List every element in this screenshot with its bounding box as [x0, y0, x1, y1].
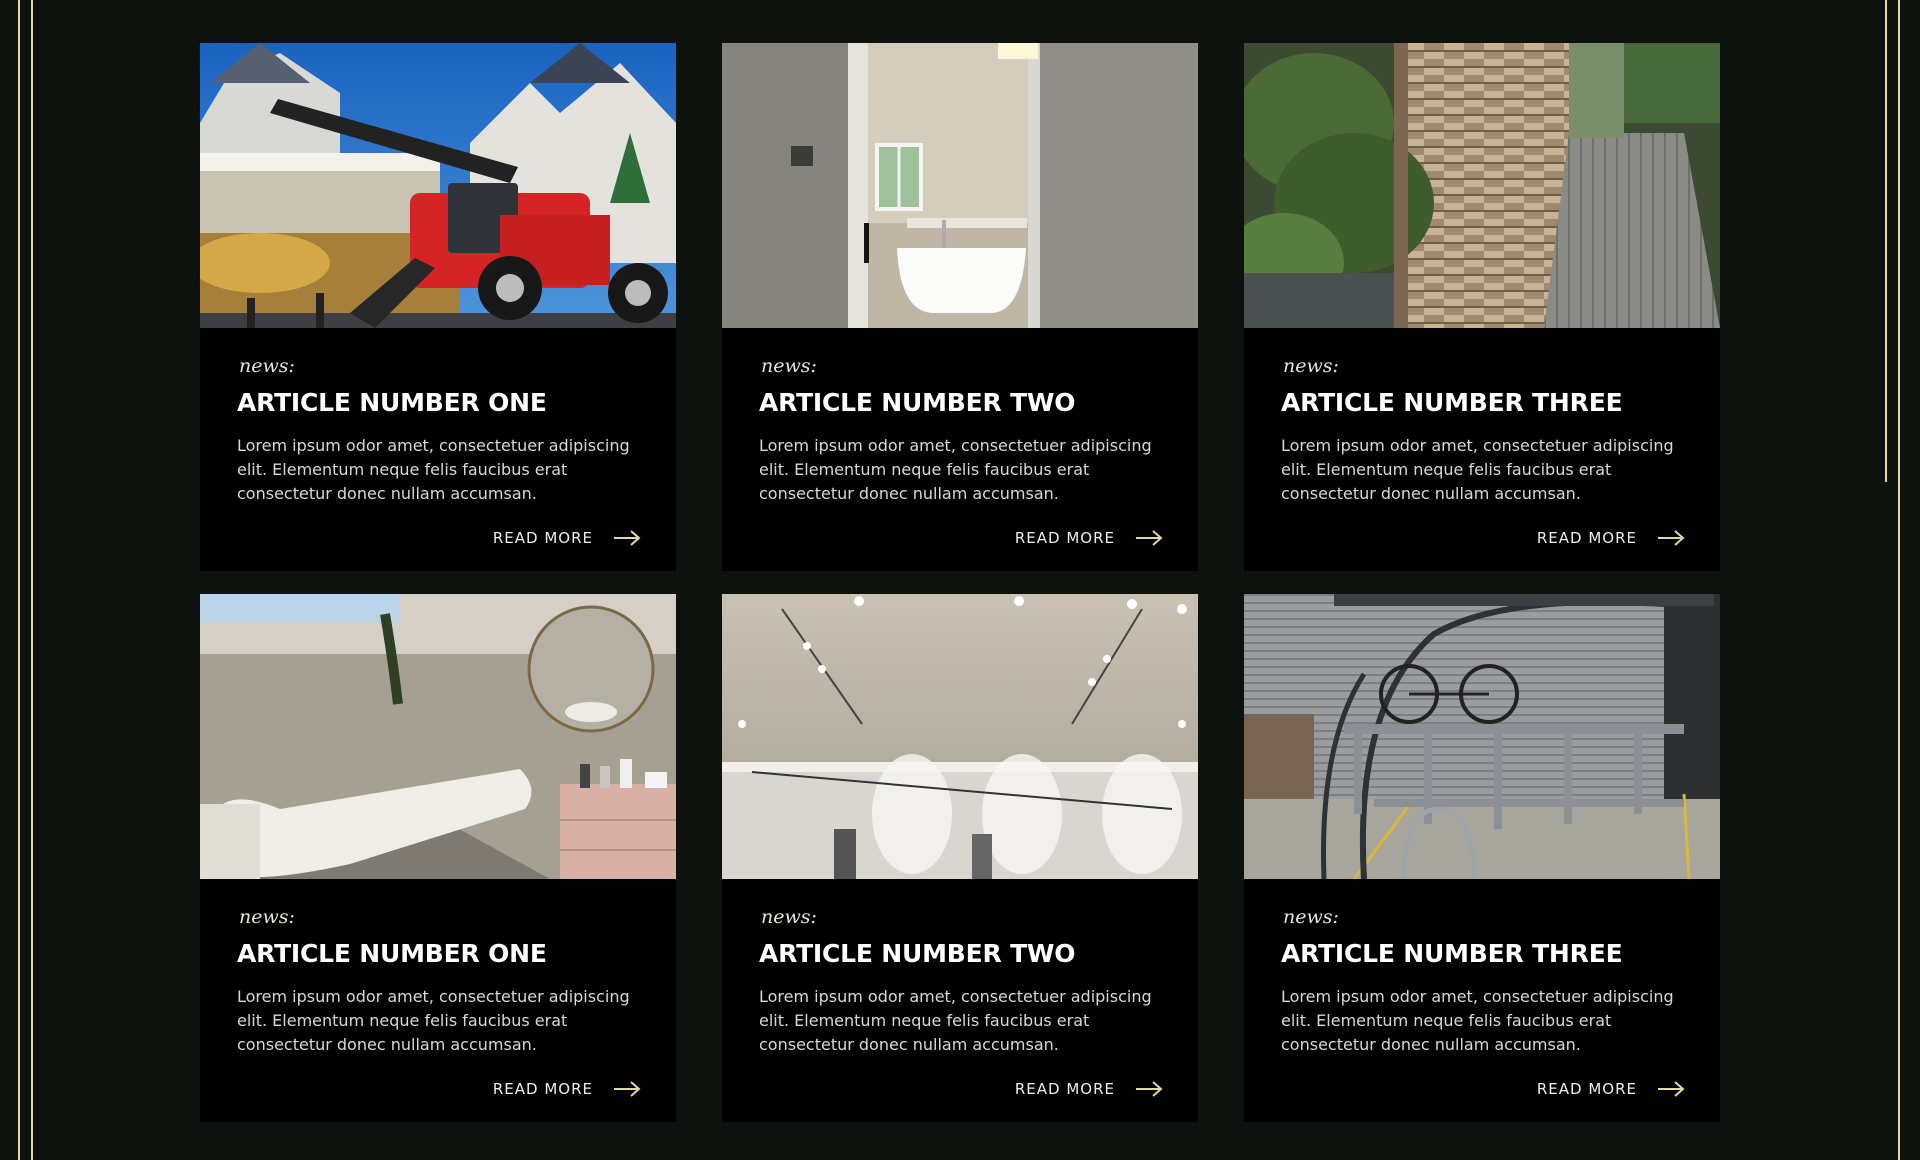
read-more-label: READ MORE — [492, 1080, 593, 1098]
article-kicker: news: — [761, 355, 817, 377]
article-kicker: news: — [239, 355, 295, 377]
read-more-label: READ MORE — [1014, 529, 1115, 547]
article-image[interactable] — [200, 594, 676, 879]
read-more-label: READ MORE — [1014, 1080, 1115, 1098]
arrow-right-icon — [1657, 530, 1685, 546]
fence-walkway-image — [1244, 43, 1720, 328]
frame-line-left-inner — [31, 0, 33, 1160]
article-image[interactable] — [722, 594, 1198, 879]
article-title[interactable]: ARTICLE NUMBER THREE — [1281, 388, 1683, 418]
article-kicker: news: — [239, 906, 295, 928]
bathroom-image — [722, 43, 1198, 328]
bike-shelter-image — [1244, 594, 1720, 879]
read-more-link[interactable]: READ MORE — [493, 1080, 641, 1098]
article-grid: news: ARTICLE NUMBER ONE Lorem ipsum odo… — [200, 43, 1720, 1122]
article-excerpt: Lorem ipsum odor amet, consectetuer adip… — [237, 436, 630, 503]
scrollbar-thumb[interactable] — [1885, 0, 1887, 482]
arrow-right-icon — [1135, 530, 1163, 546]
article-title[interactable]: ARTICLE NUMBER THREE — [1281, 939, 1683, 969]
article-kicker: news: — [1283, 355, 1339, 377]
read-more-link[interactable]: READ MORE — [1537, 1080, 1685, 1098]
read-more-label: READ MORE — [492, 529, 593, 547]
article-card: news: ARTICLE NUMBER THREE Lorem ipsum o… — [1244, 43, 1720, 571]
gallery-image — [722, 594, 1198, 879]
article-excerpt: Lorem ipsum odor amet, consectetuer adip… — [759, 436, 1152, 503]
article-card: news: ARTICLE NUMBER TWO Lorem ipsum odo… — [722, 43, 1198, 571]
article-card: news: ARTICLE NUMBER THREE Lorem ipsum o… — [1244, 594, 1720, 1122]
treatment-room-image — [200, 594, 676, 879]
article-kicker: news: — [761, 906, 817, 928]
article-card: news: ARTICLE NUMBER ONE Lorem ipsum odo… — [200, 594, 676, 1122]
read-more-link[interactable]: READ MORE — [1537, 529, 1685, 547]
article-card: news: ARTICLE NUMBER TWO Lorem ipsum odo… — [722, 594, 1198, 1122]
article-title[interactable]: ARTICLE NUMBER TWO — [759, 939, 1161, 969]
read-more-link[interactable]: READ MORE — [1015, 1080, 1163, 1098]
article-image[interactable] — [200, 43, 676, 328]
article-excerpt: Lorem ipsum odor amet, consectetuer adip… — [1281, 436, 1674, 503]
article-image[interactable] — [1244, 594, 1720, 879]
read-more-link[interactable]: READ MORE — [1015, 529, 1163, 547]
arrow-right-icon — [613, 530, 641, 546]
telehandler-image — [200, 43, 676, 328]
article-excerpt: Lorem ipsum odor amet, consectetuer adip… — [237, 987, 630, 1054]
article-image[interactable] — [1244, 43, 1720, 328]
read-more-label: READ MORE — [1536, 1080, 1637, 1098]
article-kicker: news: — [1283, 906, 1339, 928]
frame-line-left-outer — [18, 0, 20, 1160]
read-more-label: READ MORE — [1536, 529, 1637, 547]
arrow-right-icon — [1657, 1081, 1685, 1097]
article-card: news: ARTICLE NUMBER ONE Lorem ipsum odo… — [200, 43, 676, 571]
read-more-link[interactable]: READ MORE — [493, 529, 641, 547]
article-title[interactable]: ARTICLE NUMBER ONE — [237, 939, 639, 969]
article-image[interactable] — [722, 43, 1198, 328]
article-title[interactable]: ARTICLE NUMBER TWO — [759, 388, 1161, 418]
frame-line-right-outer — [1898, 0, 1900, 1160]
article-excerpt: Lorem ipsum odor amet, consectetuer adip… — [1281, 987, 1674, 1054]
article-title[interactable]: ARTICLE NUMBER ONE — [237, 388, 639, 418]
article-excerpt: Lorem ipsum odor amet, consectetuer adip… — [759, 987, 1152, 1054]
arrow-right-icon — [613, 1081, 641, 1097]
arrow-right-icon — [1135, 1081, 1163, 1097]
